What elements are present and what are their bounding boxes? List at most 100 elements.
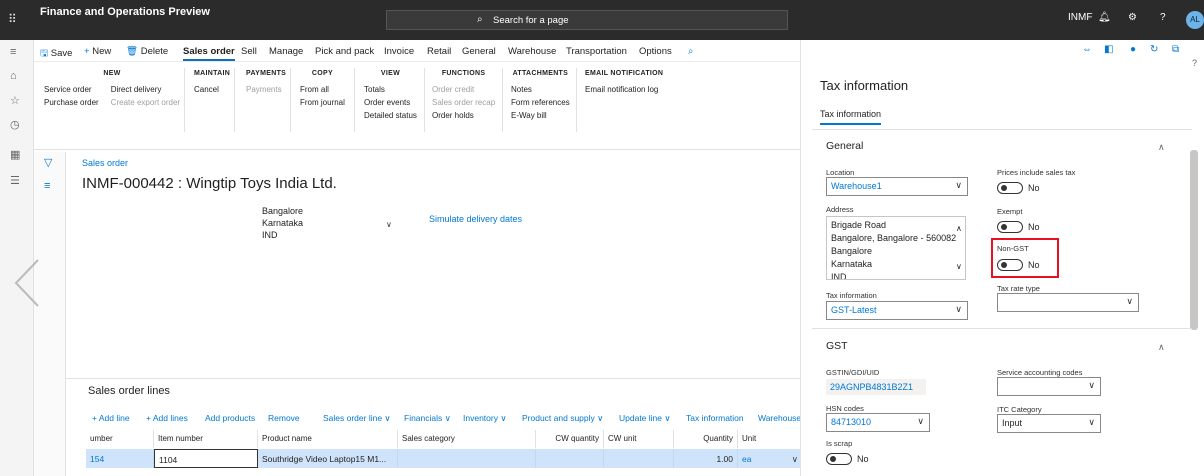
column-header[interactable]: CW unit xyxy=(604,430,674,448)
search-icon[interactable]: ⌕ xyxy=(688,46,693,57)
help-icon[interactable]: ? xyxy=(1192,58,1197,68)
email-notification-log-button[interactable]: Email notification log xyxy=(585,83,663,96)
tab-transportation[interactable]: Transportation xyxy=(566,46,627,57)
unit-cell[interactable]: ea ∨ xyxy=(738,449,802,468)
chevron-left-icon[interactable] xyxy=(12,258,42,308)
bell-icon[interactable]: 🔔︎ xyxy=(1098,12,1111,23)
tax-information-select[interactable]: GST-Latest ∨ xyxy=(826,301,968,320)
column-header[interactable]: umber xyxy=(86,430,154,448)
app-launcher-icon[interactable]: ⠿ xyxy=(8,12,22,26)
star-icon[interactable]: ☆ xyxy=(10,94,20,107)
from-journal-button[interactable]: From journal xyxy=(300,96,345,109)
hsn-codes-select[interactable]: 84713010 ∨ xyxy=(826,413,930,432)
inventory-menu[interactable]: Inventory ∨ xyxy=(463,413,507,424)
cw-quantity-cell[interactable] xyxy=(536,449,604,468)
collapse-icon[interactable]: ∧ xyxy=(1158,342,1165,353)
filter-icon[interactable]: ▽ xyxy=(44,156,52,169)
product-name-cell[interactable]: Southridge Video Laptop15 M1... xyxy=(258,449,398,468)
tax-rate-type-select[interactable]: ∨ xyxy=(997,293,1139,312)
warehouse-menu[interactable]: Warehouse xyxy=(758,413,801,423)
tax-information-button[interactable]: Tax information xyxy=(686,413,744,423)
clock-icon[interactable]: ◷ xyxy=(10,118,20,131)
home-icon[interactable]: ⌂ xyxy=(10,70,17,82)
workspace-icon[interactable]: ▦ xyxy=(10,148,20,161)
breadcrumb[interactable]: Sales order xyxy=(82,158,128,168)
column-header[interactable]: Quantity xyxy=(674,430,738,448)
address-field[interactable]: Brigade Road Bangalore, Bangalore - 5600… xyxy=(826,216,966,280)
financials-menu[interactable]: Financials ∨ xyxy=(404,413,451,424)
avatar[interactable]: AL xyxy=(1186,11,1204,29)
section-header-general[interactable]: General xyxy=(826,140,863,152)
column-header[interactable]: CW quantity xyxy=(536,430,604,448)
global-search[interactable]: ⌕ Search for a page xyxy=(386,10,788,30)
order-events-button[interactable]: Order events xyxy=(364,96,417,109)
tab-sales-order[interactable]: Sales order xyxy=(183,46,235,61)
e-way-bill-button[interactable]: E-Way bill xyxy=(511,109,570,122)
collapse-icon[interactable]: ∧ xyxy=(1158,142,1165,153)
tab-general[interactable]: General xyxy=(462,46,496,57)
product-and-supply-menu[interactable]: Product and supply ∨ xyxy=(522,413,603,424)
add-line-button[interactable]: + Add line xyxy=(92,413,130,423)
section-header-gst[interactable]: GST xyxy=(826,340,848,352)
detailed-status-button[interactable]: Detailed status xyxy=(364,109,417,122)
simulate-delivery-dates-link[interactable]: Simulate delivery dates xyxy=(429,214,522,224)
tab-tax-information[interactable]: Tax information xyxy=(820,109,882,125)
sales-order-recap-button[interactable]: Sales order recap xyxy=(432,96,495,109)
list-icon[interactable]: ☰ xyxy=(10,174,20,187)
exempt-toggle[interactable] xyxy=(997,221,1023,233)
remove-button[interactable]: Remove xyxy=(268,413,300,423)
direct-delivery-button[interactable]: Direct delivery xyxy=(111,83,180,96)
tab-warehouse[interactable]: Warehouse xyxy=(508,46,556,57)
notification-badge-icon[interactable]: ● xyxy=(1130,44,1136,55)
column-header[interactable]: Sales category xyxy=(398,430,536,448)
payments-button[interactable]: Payments xyxy=(246,83,286,96)
create-export-order-button[interactable]: Create export order xyxy=(111,96,180,109)
sales-order-line-menu[interactable]: Sales order line ∨ xyxy=(323,413,391,424)
hamburger-icon[interactable]: ≡ xyxy=(10,46,16,58)
service-accounting-codes-select[interactable]: ∨ xyxy=(997,377,1101,396)
column-header[interactable]: Item number xyxy=(154,430,258,448)
sales-category-cell[interactable] xyxy=(398,449,536,468)
service-order-button[interactable]: Service order xyxy=(44,83,99,96)
section-title[interactable]: Sales order lines xyxy=(88,385,170,397)
line-number-cell[interactable]: 154 xyxy=(86,449,154,468)
gear-icon[interactable]: ⚙ xyxy=(1128,12,1137,23)
chevron-down-icon[interactable]: ∨ xyxy=(792,454,798,465)
update-line-menu[interactable]: Update line ∨ xyxy=(619,413,671,424)
scroll-up-icon[interactable]: ∧ xyxy=(956,224,962,233)
location-select[interactable]: Warehouse1 ∨ xyxy=(826,177,968,196)
tab-manage[interactable]: Manage xyxy=(269,46,303,57)
cancel-button[interactable]: Cancel xyxy=(194,83,230,96)
itc-category-select[interactable]: Input ∨ xyxy=(997,414,1101,433)
office-icon[interactable]: ◧ xyxy=(1104,44,1113,55)
lines-icon[interactable]: ≡ xyxy=(44,180,50,192)
company-picker[interactable]: INMF xyxy=(1068,12,1092,23)
open-new-window-icon[interactable]: ⧉ xyxy=(1172,44,1179,55)
refresh-icon[interactable]: ↻ xyxy=(1150,44,1158,55)
tab-pick-and-pack[interactable]: Pick and pack xyxy=(315,46,374,57)
form-references-button[interactable]: Form references xyxy=(511,96,570,109)
add-products-button[interactable]: Add products xyxy=(205,413,255,423)
scrollbar[interactable] xyxy=(1190,150,1198,330)
notes-button[interactable]: Notes xyxy=(511,83,570,96)
help-icon[interactable]: ? xyxy=(1160,12,1166,23)
tab-invoice[interactable]: Invoice xyxy=(384,46,414,57)
chevron-down-icon[interactable]: ∨ xyxy=(386,220,392,229)
item-number-input[interactable]: 1104 xyxy=(154,449,258,468)
tab-sell[interactable]: Sell xyxy=(241,46,257,57)
column-header[interactable]: Product name xyxy=(258,430,398,448)
from-all-button[interactable]: From all xyxy=(300,83,345,96)
save-button[interactable]: 🖫 Save xyxy=(40,46,72,62)
cw-unit-cell[interactable] xyxy=(604,449,674,468)
app-title[interactable]: Finance and Operations Preview xyxy=(40,6,210,18)
quantity-cell[interactable]: 1.00 xyxy=(674,449,738,468)
new-button[interactable]: + New xyxy=(84,46,111,57)
delete-button[interactable]: 🗑︎ Delete xyxy=(126,46,168,57)
column-header[interactable]: Unit xyxy=(738,430,802,448)
order-holds-button[interactable]: Order holds xyxy=(432,109,495,122)
prices-include-sales-tax-toggle[interactable] xyxy=(997,182,1023,194)
tab-retail[interactable]: Retail xyxy=(427,46,451,57)
table-row[interactable]: 154 1104 Southridge Video Laptop15 M1...… xyxy=(86,449,802,468)
link-icon[interactable]: ⇔ xyxy=(1082,44,1092,55)
is-scrap-toggle[interactable] xyxy=(826,453,852,465)
